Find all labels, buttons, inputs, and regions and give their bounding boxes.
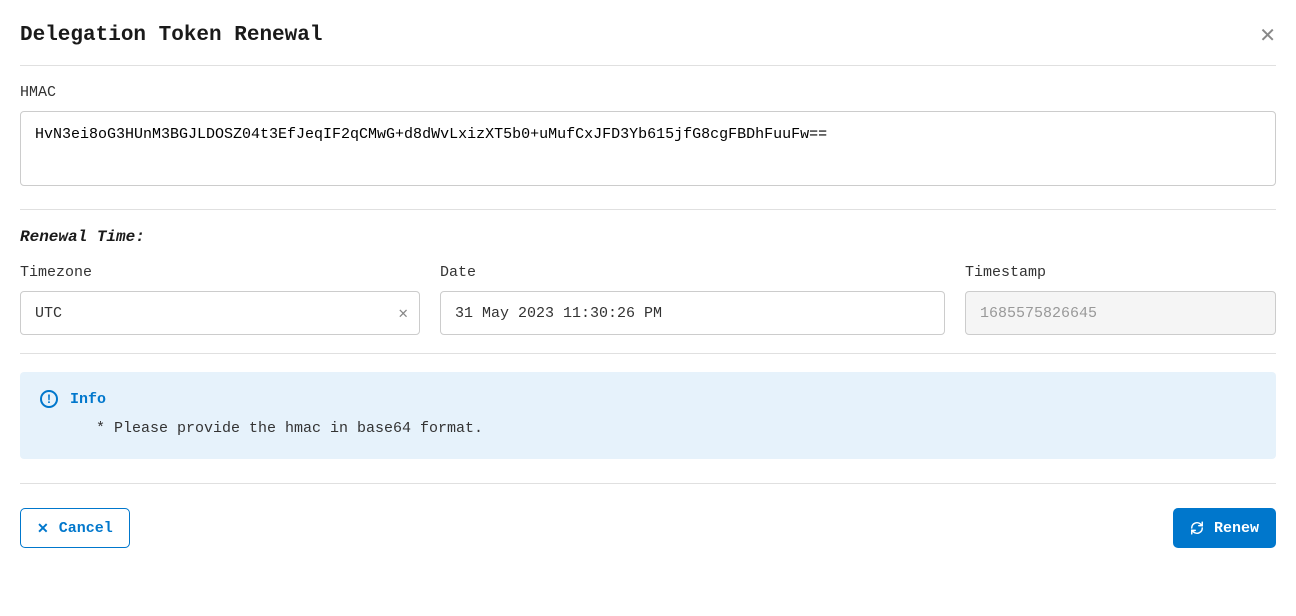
timestamp-label: Timestamp xyxy=(965,264,1276,281)
hmac-label: HMAC xyxy=(20,84,1276,101)
date-label: Date xyxy=(440,264,945,281)
divider xyxy=(20,353,1276,354)
hmac-input[interactable]: HvN3ei8oG3HUnM3BGJLDOSZ04t3EfJeqIF2qCMwG… xyxy=(20,111,1276,186)
cancel-button[interactable]: ✕ Cancel xyxy=(20,508,130,548)
close-icon[interactable]: ✕ xyxy=(1259,26,1276,46)
timezone-label: Timezone xyxy=(20,264,420,281)
cancel-label: Cancel xyxy=(59,520,113,537)
info-text: * Please provide the hmac in base64 form… xyxy=(40,420,1256,437)
timestamp-input xyxy=(965,291,1276,335)
refresh-icon xyxy=(1190,521,1204,535)
renewal-time-title: Renewal Time: xyxy=(20,228,1276,246)
modal-title: Delegation Token Renewal xyxy=(20,24,322,47)
renew-button[interactable]: Renew xyxy=(1173,508,1276,548)
timezone-input[interactable] xyxy=(20,291,420,335)
clear-timezone-icon[interactable]: ✕ xyxy=(398,303,408,323)
close-icon: ✕ xyxy=(37,520,49,537)
date-input[interactable] xyxy=(440,291,945,335)
info-title: Info xyxy=(70,391,106,408)
renew-label: Renew xyxy=(1214,520,1259,537)
info-callout: ! Info * Please provide the hmac in base… xyxy=(20,372,1276,459)
info-icon: ! xyxy=(40,390,58,408)
